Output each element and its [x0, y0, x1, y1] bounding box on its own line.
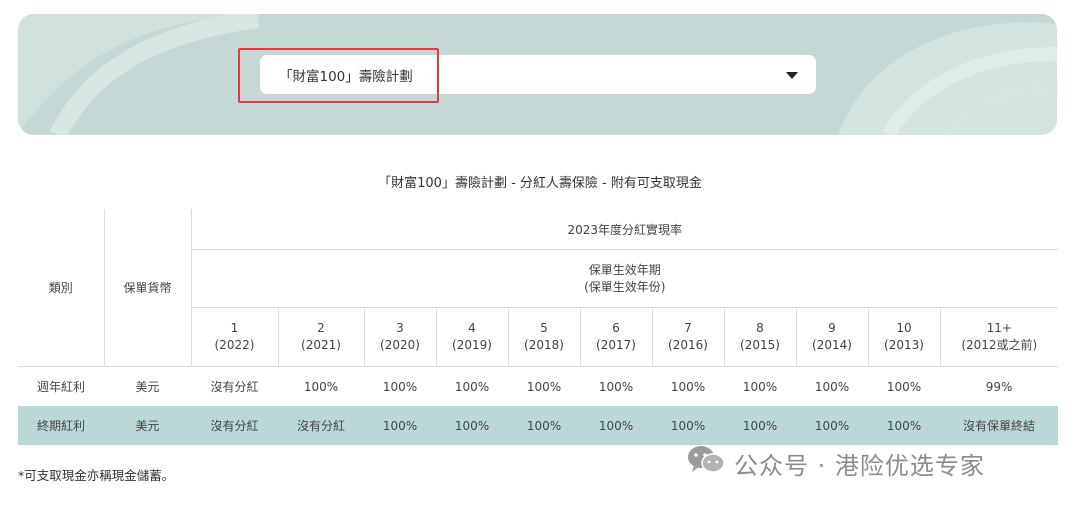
header-category: 類別 [18, 209, 104, 367]
plan-selector-banner: 「財富100」壽險計劃 [18, 14, 1057, 135]
header-rate-title: 2023年度分紅實現率 [190, 209, 1059, 250]
table-title: 「財富100」壽險計劃 - 分紅人壽保險 - 附有可支取現金 [378, 176, 702, 191]
cell-value: 100% [436, 406, 508, 445]
cell-value: 100% [580, 406, 652, 445]
cell-value: 100% [508, 406, 580, 445]
header-currency: 保單貨幣 [103, 209, 191, 367]
year-header: 9 (2014) [795, 307, 868, 367]
caret-down-icon[interactable] [786, 72, 798, 79]
year-header: 10 (2013) [867, 307, 940, 367]
cell-value: 沒有分紅 [278, 406, 364, 445]
cell-value: 100% [724, 406, 796, 445]
cell-value: 100% [796, 406, 868, 445]
cell-value: 100% [670, 379, 706, 394]
year-header: 7 (2016) [651, 307, 724, 367]
year-header: 1 (2022) [190, 307, 278, 367]
dividend-rate-table: 類別 保單貨幣 2023年度分紅實現率 保單生效年期 (保單生效年份) 1 (20… [18, 209, 1059, 445]
wechat-icon [686, 444, 726, 482]
cell-value: 100% [598, 379, 634, 394]
row-category: 終期紅利 [18, 406, 104, 445]
cell-value: 沒有分紅 [210, 380, 259, 394]
cell-value: 99% [985, 379, 1013, 394]
watermark-text: 公众号 · 港险优选专家 [734, 451, 985, 480]
cell-value: 100% [868, 406, 940, 445]
cell-value: 100% [382, 379, 418, 394]
year-header: 5 (2018) [507, 307, 580, 367]
red-highlight-box [238, 48, 439, 103]
cell-value: 100% [886, 379, 922, 394]
header-policy-year-line2: (保單生效年份) [584, 279, 666, 294]
year-header: 6 (2017) [579, 307, 652, 367]
cell-value: 100% [814, 379, 850, 394]
header-policy-year: 保單生效年期 (保單生效年份) [190, 249, 1059, 308]
watermark: 公众号 · 港险优选专家 [686, 444, 985, 482]
row-currency: 美元 [104, 406, 191, 445]
cell-value: 100% [526, 379, 562, 394]
cell-value: 100% [742, 379, 778, 394]
table-row: 週年紅利 美元 沒有分紅 100% 100% 100% 100% 100% 10… [18, 367, 1058, 407]
row-category: 週年紅利 [36, 380, 85, 394]
row-currency: 美元 [135, 380, 160, 394]
year-header: 11+ (2012或之前) [939, 307, 1059, 367]
year-header: 8 (2015) [723, 307, 796, 367]
year-header: 2 (2021) [277, 307, 364, 367]
cell-value: 100% [454, 379, 490, 394]
header-policy-year-line1: 保單生效年期 [588, 262, 661, 277]
footnote: *可支取現金亦稱現金儲蓄。 [18, 468, 175, 483]
cell-value: 100% [652, 406, 724, 445]
cell-value: 沒有保單終結 [940, 406, 1059, 445]
table-row: 終期紅利 美元 沒有分紅 沒有分紅 100% 100% 100% 100% 10… [18, 406, 1059, 445]
cell-value: 100% [364, 406, 436, 445]
year-header: 4 (2019) [435, 307, 508, 367]
year-header: 3 (2020) [363, 307, 436, 367]
cell-value: 100% [303, 379, 339, 394]
cell-value: 沒有分紅 [191, 406, 278, 445]
